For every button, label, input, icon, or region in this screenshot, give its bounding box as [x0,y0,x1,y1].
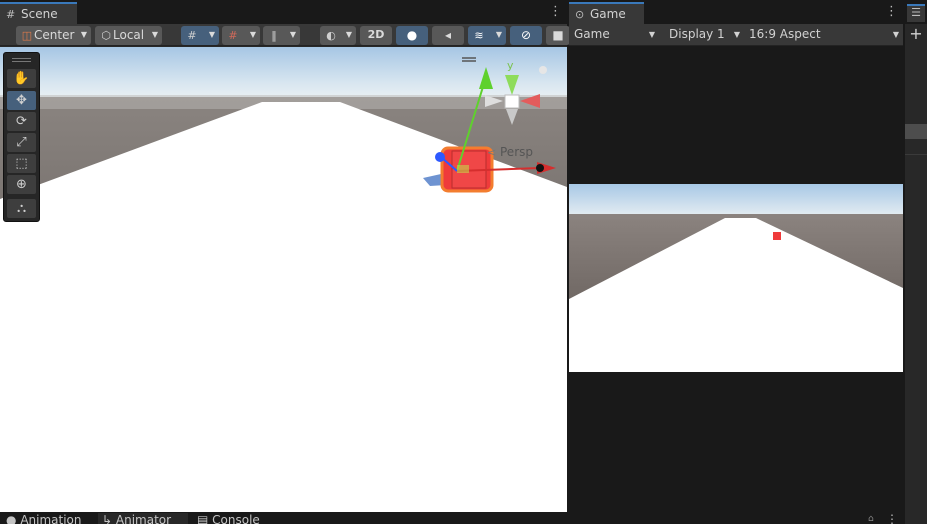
tool-palette: ✋ ✥ ⟳ ⤢ ⬚ ⊕ ⛬ [3,52,40,222]
game-view-label: Game [574,27,610,41]
effects-toggle-button[interactable]: ≋ ▼ [468,26,506,45]
effects-layers-icon: ≋ [474,29,484,42]
aspect-label: 16:9 Aspect [749,27,821,41]
eye-hidden-icon: ⊘ [520,28,532,42]
lighting-toggle-button[interactable]: ● [396,26,428,45]
game-cube [773,232,781,240]
ruler-icon: ‖ [271,29,277,42]
camera-icon: ■ [552,28,564,42]
toggle-2d-button[interactable]: 2D [360,26,392,45]
custom-tool-icon: ⛬ [16,201,27,216]
chevron-down-icon: ▼ [892,30,899,39]
snap-increment-icon: # [228,29,238,42]
gizmo-persp-label[interactable]: Persp [500,145,533,159]
scene-panel: # Scene ⋮ ◫ Center ▼ ⬡ Local ▼ # ▼ # ▼ ‖ ▼ ◐ ▼ 2D… [0,0,570,512]
pivot-mode-label: Center [34,28,75,42]
scale-icon: ⤢ [16,135,27,150]
hand-icon: ✋ [13,71,30,86]
rect-transform-icon: ⬚ [15,156,28,171]
add-plus-icon[interactable]: + [908,24,924,44]
display-label: Display 1 [669,27,725,41]
increment-snap-button[interactable]: ‖ ▼ [263,26,300,45]
hierarchy-list-icon[interactable]: ☰ [907,4,925,22]
console-icon: ▤ [197,513,209,524]
rotate-tool-button[interactable]: ⟳ [7,112,36,131]
tab-animator-label: Animator [115,513,172,524]
audio-toggle-button[interactable]: ◂ [432,26,464,45]
scene-visibility-button[interactable]: ⊘ [510,26,542,45]
chevron-down-icon: ▼ [648,30,655,39]
game-panel: ⊙ Game ⋮ Game ▼ Display 1 ▼ 16:9 Aspect ▼ [569,0,903,512]
game-toolbar: Game ▼ Display 1 ▼ 16:9 Aspect ▼ [569,24,903,46]
move-tool-button[interactable]: ✥ [7,91,36,110]
tab-scene-label: Scene [21,7,58,21]
tab-animation-label: Animation [20,513,82,524]
speaker-icon: ◂ [444,28,452,42]
game-view-dropdown[interactable]: Game ▼ [569,25,659,45]
game-kebab-menu-icon[interactable]: ⋮ [885,4,898,20]
tab-game-label: Game [590,7,626,21]
cube-icon: ⬡ [101,29,111,42]
rotate-icon: ⟳ [16,114,27,129]
shading-sphere-icon: ◐ [326,29,336,42]
chevron-down-icon: ▼ [151,30,158,39]
chevron-down-icon: ▼ [345,30,352,39]
scale-tool-button[interactable]: ⤢ [7,133,36,152]
grid-visibility-button[interactable]: # ▼ [181,26,219,45]
tab-console-label: Console [212,513,260,524]
row-divider [905,154,927,155]
transform-icon: ⊕ [16,177,27,192]
chevron-down-icon: ▼ [495,30,502,39]
chevron-down-icon: ▼ [208,30,215,39]
lightbulb-icon: ● [406,28,418,42]
pivot-rotation-label: Local [113,28,145,42]
lock-icon[interactable]: ⌂ [868,514,878,524]
transform-tool-button[interactable]: ⊕ [7,175,36,194]
tab-game[interactable]: ⊙ Game [569,2,644,24]
draw-mode-dropdown[interactable]: ◐ ▼ [320,26,356,45]
scene-viewport[interactable]: y Persp < [0,47,567,512]
right-side-panel: ☰ + [905,0,927,524]
bottom-kebab-menu-icon[interactable]: ⋮ [886,512,898,524]
rect-tool-button[interactable]: ⬚ [7,154,36,173]
tool-palette-grip-icon[interactable] [12,58,31,62]
move-arrows-icon: ✥ [16,93,27,108]
aspect-dropdown[interactable]: 16:9 Aspect ▼ [744,25,903,45]
grid-snapping-button[interactable]: # ▼ [222,26,260,45]
custom-tool-button[interactable]: ⛬ [7,199,36,218]
scene-kebab-menu-icon[interactable]: ⋮ [549,4,562,20]
tab-animation[interactable]: ● Animation [6,513,82,524]
game-skybox [569,184,903,218]
grid-snap-icon: # [187,29,197,42]
scene-toolbar: ◫ Center ▼ ⬡ Local ▼ # ▼ # ▼ ‖ ▼ ◐ ▼ 2D ● ◂ ≋ ▼ ⊘ [0,24,570,46]
pivot-center-icon: ◫ [21,29,33,42]
gizmo-y-label: y [507,59,514,72]
tab-console[interactable]: ▤ Console [197,513,260,524]
chevron-down-icon: ▼ [80,30,87,39]
z-axis-handle[interactable] [435,152,445,162]
scene-camera-button[interactable]: ■ [546,26,570,45]
tab-animator[interactable]: ↳ Animator [98,513,188,524]
toggle-2d-label: 2D [367,28,385,41]
animator-icon: ↳ [102,513,113,524]
scene-tabbar [0,0,567,24]
game-viewport[interactable] [569,184,903,372]
chevron-down-icon: ▼ [289,30,296,39]
gizmo-z-handle[interactable] [539,66,547,74]
chevron-down-icon: ▼ [249,30,256,39]
pivot-mode-dropdown[interactable]: ◫ Center ▼ [16,26,91,45]
hand-tool-button[interactable]: ✋ [7,69,36,88]
animation-icon: ● [6,513,17,524]
gamepad-icon: ⊙ [575,8,585,21]
pivot-rotation-dropdown[interactable]: ⬡ Local ▼ [95,26,162,45]
selected-row-highlight[interactable] [905,124,927,139]
chevron-down-icon: ▼ [733,30,740,39]
display-dropdown[interactable]: Display 1 ▼ [664,25,744,45]
tab-scene[interactable]: # Scene [0,2,77,24]
grid-icon: # [6,8,16,21]
persp-arrow-icon: < [487,146,496,159]
gizmo-center-cube[interactable] [504,94,520,109]
